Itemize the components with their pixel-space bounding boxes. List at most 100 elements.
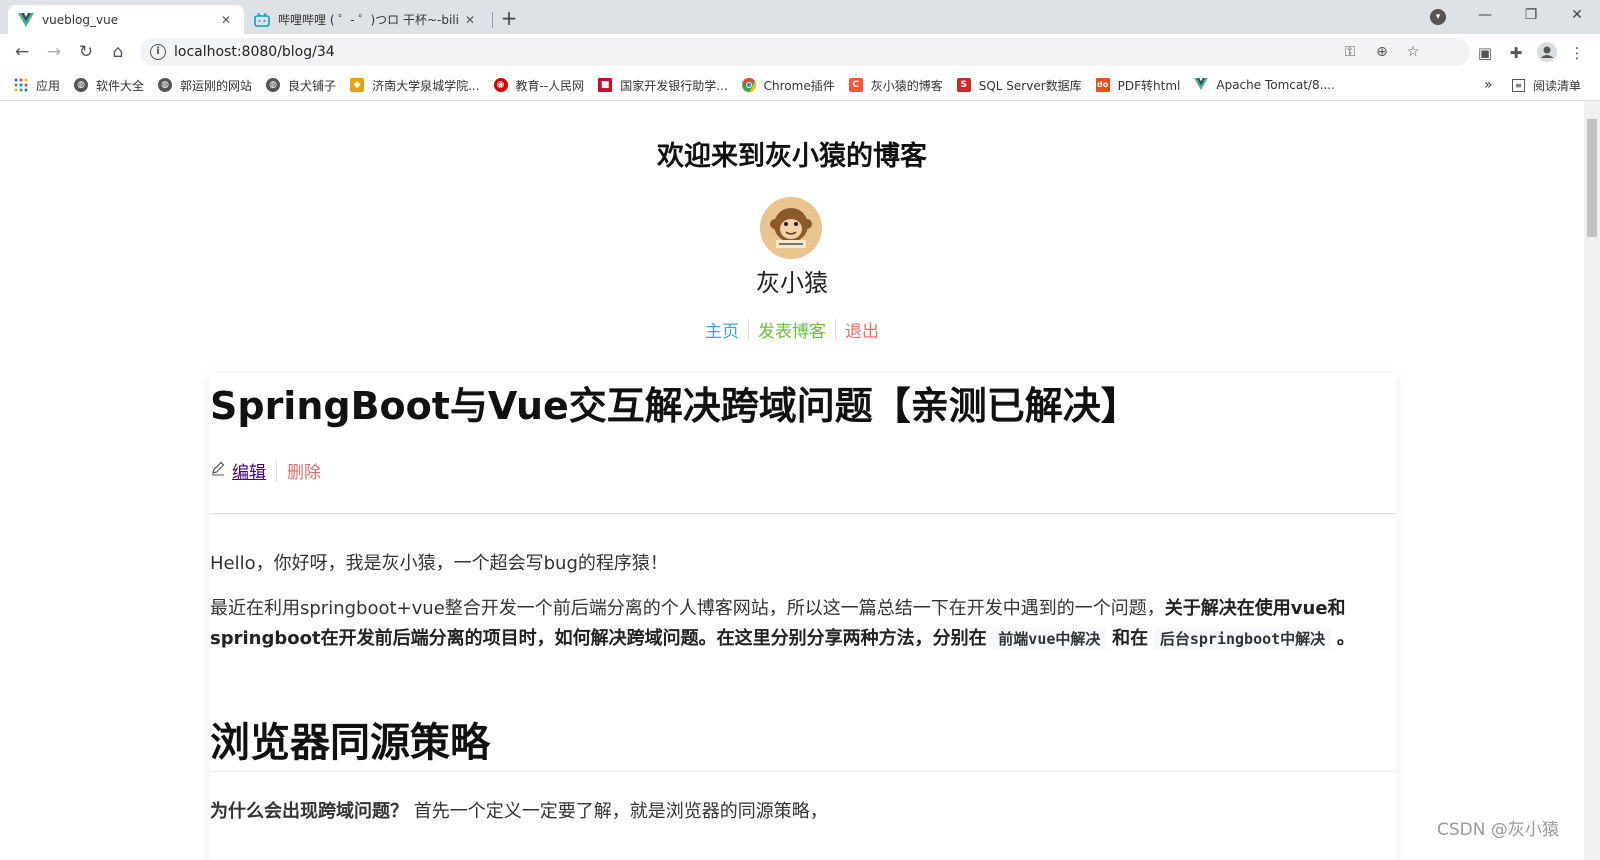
nav-logout-link[interactable]: 退出 [836, 317, 888, 342]
bookmarks-bar: 应用 ◍ 软件大全 ◍ 郭运刚的网站 ◍ 良犬铺子 ◆ 济南大学泉城学院... ◉ 教育-… [0, 70, 1600, 101]
paragraph-bold-text: 。 [1336, 628, 1355, 649]
post-paragraph: 为什么会出现跨域问题？ 首先一个定义一定要了解，就是浏览器的同源策略， [210, 797, 828, 823]
sqlserver-icon: S [956, 78, 971, 92]
globe-icon: ◍ [158, 78, 173, 92]
bookmark-item[interactable]: ◆ 济南大学泉城学院... [350, 77, 480, 94]
puzzle-icon[interactable]: ✚ [1505, 42, 1527, 64]
reading-list-label: 阅读清单 [1533, 78, 1582, 93]
csdn-icon: C [848, 78, 863, 92]
tab-strip: vueblog_vue ✕ 哔哩哔哩 ( ゜- ゜)つロ 干杯~-bili ✕ … [0, 0, 1600, 34]
pdf-icon: do [1095, 78, 1110, 92]
paragraph-bold-text: 和在 [1112, 628, 1149, 649]
window-controls: — ❐ ✕ [1462, 0, 1600, 30]
post-card: SpringBoot与Vue交互解决跨域问题【亲测已解决】 编辑 删除 Hell… [210, 373, 1396, 860]
nav-post-link[interactable]: 发表博客 [749, 317, 835, 342]
bookmark-item[interactable]: C 灰小猿的博客 [848, 77, 943, 94]
profile-avatar-icon[interactable] [1536, 42, 1558, 64]
home-icon[interactable]: ⌂ [106, 40, 130, 64]
post-actions: 编辑 删除 [210, 458, 321, 483]
bookmark-label: 国家开发银行助学... [620, 78, 728, 93]
reload-icon[interactable]: ↻ [74, 40, 98, 64]
bookmark-label: 灰小猿的博客 [870, 78, 943, 93]
close-icon[interactable]: ✕ [218, 13, 234, 27]
tab-separator [492, 12, 493, 28]
edit-link[interactable]: 编辑 [232, 458, 266, 483]
bookmark-item[interactable]: S SQL Server数据库 [956, 77, 1082, 94]
bookmark-label: 济南大学泉城学院... [372, 78, 480, 93]
avatar [760, 197, 822, 259]
action-divider [276, 459, 277, 482]
inline-code: 后台springboot中解决 [1153, 628, 1332, 650]
bookmark-label: SQL Server数据库 [978, 78, 1082, 93]
extension-icon[interactable]: ▣ [1474, 42, 1496, 64]
section-heading: 浏览器同源策略 [210, 720, 490, 766]
bookmark-label: 良犬铺子 [288, 78, 337, 93]
zoom-icon[interactable]: ⊕ [1372, 42, 1392, 62]
restore-icon[interactable]: ❐ [1508, 0, 1554, 30]
url-text[interactable]: localhost:8080/blog/34 [174, 38, 335, 66]
menu-icon[interactable]: ⋮ [1566, 42, 1588, 64]
inline-code: 前端vue中解决 [992, 628, 1107, 650]
page-viewport: 欢迎来到灰小猿的博客 灰小猿 主页 发表博客 退出 SpringBoot与Vue… [0, 101, 1584, 860]
watermark: CSDN @灰小猿 [1437, 820, 1559, 840]
bookmark-label: 软件大全 [96, 78, 145, 93]
forward-icon[interactable]: → [42, 40, 66, 64]
new-tab-button[interactable]: + [497, 6, 521, 30]
tab-vueblog[interactable]: vueblog_vue ✕ [8, 5, 244, 34]
window-close-icon[interactable]: ✕ [1554, 0, 1600, 30]
tab-title: 哔哩哔哩 ( ゜- ゜)つロ 干杯~-bili [278, 13, 459, 27]
vue-logo-icon [18, 12, 34, 28]
globe-icon: ◍ [74, 78, 89, 92]
post-paragraph: 最近在利用springboot+vue整合开发一个前后端分离的个人博客网站，所以… [210, 594, 1386, 654]
paragraph-bold-text: 为什么会出现跨域问题？ [210, 801, 408, 822]
star-icon[interactable]: ☆ [1403, 42, 1423, 62]
school-icon: ◆ [350, 78, 365, 92]
bookmark-item[interactable]: do PDF转html [1095, 77, 1181, 94]
chrome-icon [741, 78, 756, 92]
close-icon[interactable]: ✕ [462, 13, 478, 27]
post-divider [210, 513, 1396, 514]
bilibili-icon [254, 12, 270, 28]
bank-icon: ■ [598, 78, 613, 92]
bookmark-item[interactable]: Apache Tomcat/8.... [1194, 78, 1335, 92]
post-title: SpringBoot与Vue交互解决跨域问题【亲测已解决】 [210, 384, 1139, 428]
key-icon[interactable]: ⚿ [1340, 42, 1360, 62]
paragraph-text: 最近在利用springboot+vue整合开发一个前后端分离的个人博客网站，所以… [210, 598, 1165, 619]
apps-grid-icon [14, 78, 28, 92]
bookmark-label: 教育--人民网 [515, 78, 585, 93]
bookmark-label: 应用 [36, 78, 61, 93]
site-info-icon[interactable]: i [150, 44, 166, 60]
tab-search-icon[interactable]: ▾ [1430, 9, 1446, 25]
reading-list-button[interactable]: ≡ 阅读清单 [1512, 70, 1581, 100]
people-daily-icon: ◉ [493, 78, 508, 92]
bookmark-apps[interactable]: 应用 [14, 77, 60, 94]
tab-title: vueblog_vue [42, 12, 119, 27]
bookmark-item[interactable]: ◍ 软件大全 [74, 77, 144, 94]
scrollbar-thumb[interactable] [1587, 119, 1597, 237]
browser-toolbar: ← → ↻ ⌂ i localhost:8080/blog/34 ⚿ ⊕ ☆ ▣… [0, 34, 1600, 70]
site-nav: 主页 发表博客 退出 [0, 317, 1584, 342]
minimize-icon[interactable]: — [1462, 0, 1508, 30]
address-bar[interactable]: i localhost:8080/blog/34 ⚿ ⊕ ☆ [140, 38, 1470, 66]
bookmark-label: PDF转html [1117, 78, 1181, 93]
back-icon[interactable]: ← [10, 40, 34, 64]
tab-bilibili[interactable]: 哔哩哔哩 ( ゜- ゜)つロ 干杯~-bili ✕ [244, 5, 488, 34]
bookmark-label: Chrome插件 [763, 78, 835, 93]
reading-list-icon: ≡ [1512, 78, 1525, 92]
edit-pencil-icon [210, 460, 226, 481]
bookmark-item[interactable]: ◍ 良犬铺子 [266, 77, 336, 94]
paragraph-text: 首先一个定义一定要了解，就是浏览器的同源策略， [408, 801, 828, 822]
nav-home-link[interactable]: 主页 [696, 317, 748, 342]
globe-icon: ◍ [266, 78, 281, 92]
bookmark-item[interactable]: Chrome插件 [741, 77, 835, 94]
bookmark-item[interactable]: ◉ 教育--人民网 [493, 77, 585, 94]
delete-link[interactable]: 删除 [287, 458, 321, 483]
bookmark-item[interactable]: ■ 国家开发银行助学... [598, 77, 728, 94]
more-bookmarks-button[interactable]: » [1484, 70, 1493, 100]
vue-logo-icon [1194, 78, 1209, 92]
heading-underline [210, 771, 1396, 772]
bookmark-label: Apache Tomcat/8.... [1216, 78, 1335, 92]
page-scrollbar[interactable] [1584, 101, 1600, 860]
site-title: 欢迎来到灰小猿的博客 [657, 141, 927, 172]
bookmark-item[interactable]: ◍ 郭运刚的网站 [158, 77, 252, 94]
